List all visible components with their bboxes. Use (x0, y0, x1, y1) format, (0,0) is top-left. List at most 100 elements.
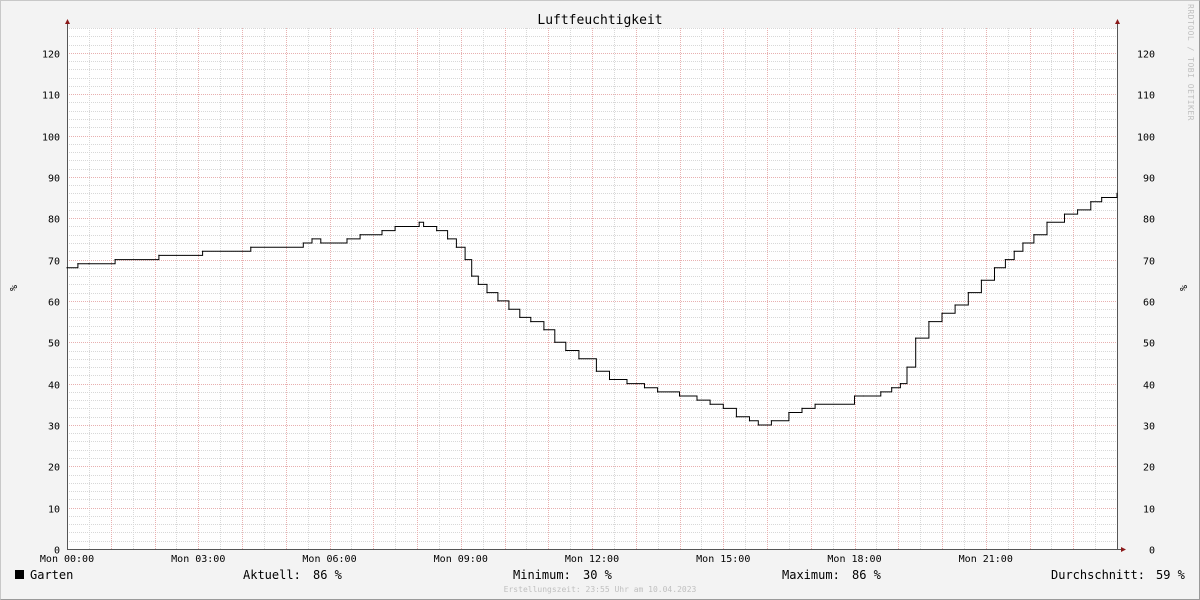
x-tick-label: Mon 09:00 (434, 554, 488, 565)
y-tick-label-right: 50 (1143, 339, 1155, 350)
data-point (77, 263, 79, 265)
data-point (928, 321, 930, 323)
y-tick-label-right: 100 (1137, 133, 1155, 144)
data-point (967, 292, 969, 294)
data-point (250, 246, 252, 248)
data-point (1013, 250, 1015, 252)
data-point (302, 242, 304, 244)
creation-timestamp: Erstellungszeit: 23:55 Uhr am 10.04.2023 (503, 585, 697, 594)
x-tick-label: Mon 12:00 (565, 554, 619, 565)
y-tick-label-left: 50 (48, 339, 60, 350)
data-point (497, 300, 499, 302)
data-point (464, 259, 466, 261)
data-point (320, 242, 322, 244)
data-point (508, 308, 510, 310)
data-point (455, 246, 457, 248)
data-point (1077, 209, 1079, 211)
average-label: Durchschnitt: (1051, 568, 1145, 582)
data-point (158, 254, 160, 256)
current-value: 86 % (313, 568, 342, 582)
data-point (394, 225, 396, 228)
x-tick-label: Mon 06:00 (302, 554, 356, 565)
x-axis-arrow (1121, 547, 1126, 552)
data-point (595, 370, 598, 372)
y-axis-arrow-left (65, 19, 70, 24)
y-tick-label-left: 100 (42, 133, 60, 144)
data-point (543, 329, 545, 331)
data-point (418, 221, 420, 223)
data-point (657, 391, 659, 393)
data-point (1022, 242, 1024, 244)
y-axis-label-right: % (1177, 285, 1188, 291)
data-point (66, 267, 68, 269)
data-point (770, 420, 773, 422)
y-tick-label-right: 0 (1149, 546, 1155, 557)
y-tick-label-right: 30 (1143, 422, 1155, 433)
x-tick-label: Mon 03:00 (171, 554, 225, 565)
data-point (709, 403, 711, 405)
data-point (554, 341, 556, 343)
data-point (814, 403, 816, 405)
grid-layer (67, 28, 1117, 549)
y-tick-label-left: 90 (48, 174, 60, 185)
data-point (722, 407, 724, 409)
data-point (381, 230, 383, 232)
data-point (696, 399, 698, 401)
humidity-chart: 0 010 1020 2030 3040 4050 5060 6070 7080 8090 9010… (7, 13, 1188, 565)
data-point (1090, 201, 1092, 203)
data-point (1116, 192, 1118, 194)
data-point (608, 378, 611, 381)
y-tick-label-left: 60 (48, 298, 60, 309)
data-point (853, 395, 856, 397)
data-point (114, 259, 116, 261)
data-point (899, 383, 902, 385)
data-point (1046, 221, 1048, 223)
data-point (906, 366, 908, 368)
data-point (346, 238, 348, 240)
data-point (748, 420, 751, 422)
data-point (735, 416, 738, 418)
y-tick-label-right: 60 (1143, 298, 1155, 309)
data-point (643, 387, 646, 389)
x-tick-label: Mon 00:00 (40, 554, 94, 565)
data-point (980, 279, 983, 281)
legend-swatch (15, 570, 24, 579)
data-point (436, 230, 438, 232)
minimum-value: 30 % (583, 568, 612, 582)
x-tick-label: Mon 18:00 (827, 554, 881, 565)
data-point (423, 225, 425, 228)
data-point (359, 234, 361, 236)
y-tick-label-left: 20 (48, 463, 60, 474)
data-point (88, 263, 90, 265)
y-tick-label-right: 10 (1143, 505, 1155, 516)
data-point (880, 391, 882, 393)
data-point (941, 312, 943, 314)
y-tick-label-left: 110 (42, 91, 60, 102)
y-tick-label-right: 80 (1143, 215, 1155, 226)
y-tick-label-right: 110 (1137, 91, 1155, 102)
data-point (678, 395, 681, 397)
data-point (530, 321, 532, 323)
y-tick-label-left: 30 (48, 422, 60, 433)
rrdtool-watermark: RRDTOOL / TOBI OETIKER (1186, 4, 1195, 121)
data-point (862, 395, 864, 397)
y-axis-label-left: % (7, 285, 18, 291)
minimum-label: Minimum: (513, 568, 571, 582)
data-point (1063, 213, 1066, 215)
data-point (486, 292, 488, 294)
data-point (788, 411, 790, 414)
data-point (801, 407, 803, 409)
data-point (519, 316, 521, 318)
data-point (311, 238, 313, 240)
y-tick-label-right: 20 (1143, 463, 1155, 474)
y-tick-label-left: 10 (48, 505, 60, 516)
maximum-label: Maximum: (782, 568, 840, 582)
data-point (1004, 259, 1007, 261)
average-value: 59 % (1156, 568, 1185, 582)
current-label: Aktuell: (243, 568, 301, 582)
y-tick-label-left: 70 (48, 257, 60, 268)
data-point (993, 267, 996, 269)
y-tick-label-right: 40 (1143, 381, 1155, 392)
data-point (1033, 234, 1035, 236)
data-point (477, 283, 479, 285)
